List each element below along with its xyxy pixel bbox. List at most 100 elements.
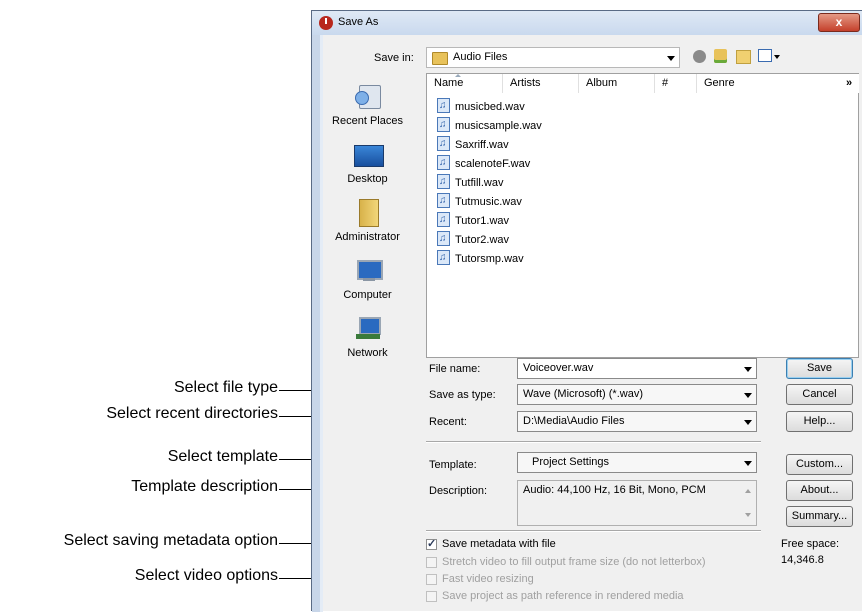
list-item[interactable]: musicsample.wav: [437, 115, 542, 136]
back-icon[interactable]: [693, 50, 706, 63]
recent-label: Recent:: [429, 416, 467, 428]
save-type-dropdown[interactable]: Wave (Microsoft) (*.wav): [517, 384, 757, 405]
view-menu-icon[interactable]: [758, 49, 772, 62]
list-item[interactable]: Saxriff.wav: [437, 134, 509, 155]
audio-file-icon: [437, 191, 450, 210]
stretch-video-checkbox[interactable]: [426, 557, 437, 568]
audio-file-icon: [437, 153, 450, 172]
save-button[interactable]: Save: [786, 358, 853, 379]
audio-file-icon: [437, 134, 450, 153]
save-as-dialog: Save As x Save in: Audio Files Recent Pl…: [311, 10, 862, 612]
save-in-dropdown[interactable]: Audio Files: [426, 47, 680, 68]
column-header-album[interactable]: Album: [579, 74, 655, 93]
file-name-field[interactable]: Voiceover.wav: [517, 358, 757, 379]
path-reference-checkbox[interactable]: [426, 591, 437, 602]
save-metadata-label[interactable]: Save metadata with file: [442, 538, 556, 550]
app-icon: [319, 16, 333, 30]
audio-file-icon: [437, 210, 450, 229]
help-button[interactable]: Help...: [786, 411, 853, 432]
file-name: Tutor2.wav: [455, 234, 510, 246]
new-folder-icon[interactable]: [736, 50, 751, 64]
annotation-recent-dirs: Select recent directories: [106, 405, 278, 422]
place-label: Recent Places: [332, 115, 403, 127]
file-name-value: Voiceover.wav: [523, 362, 594, 374]
annotation-file-type: Select file type: [173, 379, 278, 396]
place-label: Network: [347, 347, 388, 359]
divider: [426, 530, 761, 532]
chevron-down-icon[interactable]: [744, 367, 752, 372]
list-item[interactable]: Tutor1.wav: [437, 210, 510, 231]
audio-file-icon: [437, 115, 450, 134]
audio-file-icon: [437, 229, 450, 248]
stretch-video-label[interactable]: Stretch video to fill output frame size …: [442, 556, 706, 568]
close-button[interactable]: x: [818, 13, 860, 32]
sort-arrow-icon: [455, 74, 461, 77]
list-item[interactable]: Tutorsmp.wav: [437, 248, 524, 269]
audio-file-icon: [437, 96, 450, 115]
title-bar: Save As x: [312, 11, 862, 35]
file-list[interactable]: Name Artists Album # Genre » musicbed.wa…: [426, 73, 859, 358]
description-text: Audio: 44,100 Hz, 16 Bit, Mono, PCM: [523, 484, 706, 496]
place-label: Desktop: [347, 173, 388, 185]
file-name: Tutor1.wav: [455, 215, 510, 227]
up-folder-icon[interactable]: [714, 49, 727, 63]
file-name: Tutfill.wav: [455, 177, 504, 189]
save-metadata-checkbox[interactable]: [426, 537, 437, 550]
list-item[interactable]: scalenoteF.wav: [437, 153, 530, 174]
summary-button[interactable]: Summary...: [786, 506, 853, 527]
place-computer[interactable]: Computer: [328, 257, 407, 301]
view-dropdown-arrow[interactable]: [774, 55, 780, 59]
chevron-down-icon: [744, 461, 752, 466]
chevron-down-icon: [744, 420, 752, 425]
column-header-number[interactable]: #: [655, 74, 697, 93]
dialog-title: Save As: [338, 16, 379, 28]
recent-dropdown[interactable]: D:\Media\Audio Files: [517, 411, 757, 432]
save-type-value: Wave (Microsoft) (*.wav): [523, 388, 643, 400]
user-folder-icon: [353, 199, 383, 227]
list-item[interactable]: musicbed.wav: [437, 96, 525, 117]
template-value: Project Settings: [532, 456, 610, 468]
path-reference-label[interactable]: Save project as path reference in render…: [442, 590, 684, 602]
description-box: Audio: 44,100 Hz, 16 Bit, Mono, PCM: [517, 480, 757, 526]
column-header-genre[interactable]: Genre: [697, 74, 837, 93]
file-name: Tutorsmp.wav: [455, 253, 524, 265]
scroll-up-icon[interactable]: [745, 489, 751, 493]
template-label: Template:: [429, 459, 477, 471]
list-item[interactable]: Tutfill.wav: [437, 172, 504, 193]
folder-icon: [432, 52, 448, 65]
desktop-icon: [353, 141, 384, 169]
about-button[interactable]: About...: [786, 480, 853, 501]
place-label: Administrator: [335, 231, 400, 243]
free-space-label: Free space:: [781, 538, 840, 550]
list-item[interactable]: Tutor2.wav: [437, 229, 510, 250]
chevron-down-icon: [667, 56, 675, 61]
network-icon: [353, 315, 383, 343]
template-dropdown[interactable]: Project Settings: [517, 452, 757, 473]
audio-file-icon: [437, 172, 450, 191]
list-item[interactable]: Tutmusic.wav: [437, 191, 522, 212]
computer-icon: [353, 257, 383, 285]
fast-resize-checkbox[interactable]: [426, 574, 437, 585]
fast-resize-label[interactable]: Fast video resizing: [442, 573, 534, 585]
custom-button[interactable]: Custom...: [786, 454, 853, 475]
recent-places-icon: [353, 83, 383, 111]
place-network[interactable]: Network: [328, 315, 407, 359]
place-label: Computer: [343, 289, 392, 301]
save-type-label: Save as type:: [429, 389, 496, 401]
file-name: musicbed.wav: [455, 101, 525, 113]
free-space-value: 14,346.8: [781, 554, 824, 566]
column-header-artists[interactable]: Artists: [503, 74, 579, 93]
description-label: Description:: [429, 485, 488, 497]
save-in-value: Audio Files: [453, 51, 508, 63]
annotation-metadata: Select saving metadata option: [63, 532, 278, 549]
annotation-video: Select video options: [134, 567, 278, 584]
file-name: Tutmusic.wav: [455, 196, 522, 208]
cancel-button[interactable]: Cancel: [786, 384, 853, 405]
place-desktop[interactable]: Desktop: [328, 141, 407, 185]
scroll-down-icon[interactable]: [745, 513, 751, 517]
column-header-name[interactable]: Name: [427, 74, 503, 93]
place-recent[interactable]: Recent Places: [328, 83, 407, 127]
more-columns-button[interactable]: »: [839, 74, 859, 93]
place-administrator[interactable]: Administrator: [328, 199, 407, 243]
divider: [426, 441, 761, 443]
